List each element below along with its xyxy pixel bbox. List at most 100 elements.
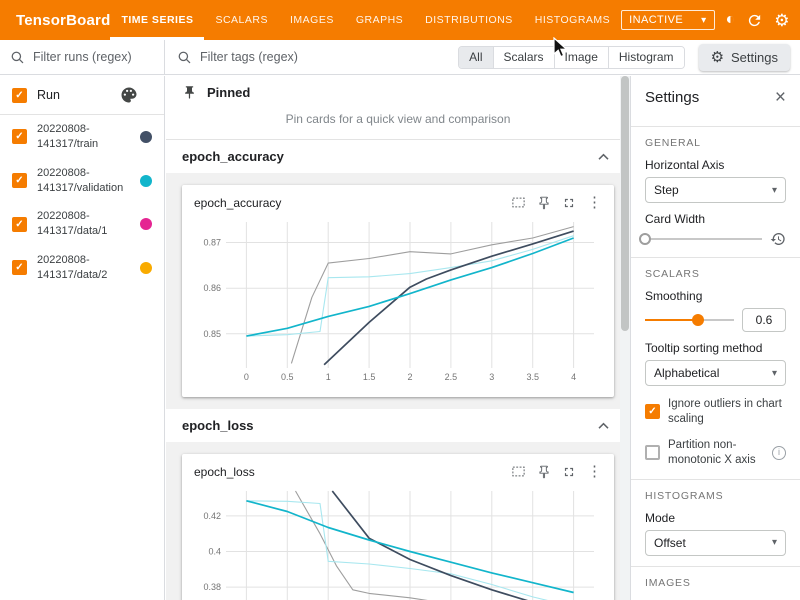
partition-x-axis-checkbox[interactable] — [645, 445, 660, 460]
theme-toggle-icon[interactable]: ◐ — [726, 12, 736, 28]
slider-thumb[interactable] — [639, 233, 651, 245]
smoothing-value-input[interactable] — [742, 308, 786, 332]
filter-all-button[interactable]: All — [459, 47, 492, 68]
svg-text:2: 2 — [407, 372, 412, 382]
settings-panel: Settings × GENERAL Horizontal Axis Step … — [630, 76, 800, 600]
divider — [631, 566, 800, 567]
more-vert-icon[interactable]: ⋮ — [587, 464, 602, 479]
pin-icon[interactable] — [537, 196, 551, 210]
search-icon — [177, 50, 192, 65]
divider — [631, 126, 800, 127]
histogram-mode-select[interactable]: Offset ▾ — [645, 530, 786, 556]
fullscreen-icon[interactable] — [562, 465, 576, 479]
card-header: epoch_accuracy ⋮ — [192, 193, 604, 216]
caret-down-icon: ▾ — [701, 15, 706, 26]
close-icon[interactable]: × — [775, 88, 786, 107]
svg-text:0.85: 0.85 — [203, 329, 221, 339]
gear-icon[interactable]: ⚙ — [774, 12, 789, 29]
svg-text:0.4: 0.4 — [208, 547, 221, 557]
status-dropdown[interactable]: INACTIVE ▾ — [621, 10, 714, 30]
run-row-validation[interactable]: 20220808-141317/validation — [0, 159, 164, 203]
partition-x-axis-label: Partition non-monotonic X axis — [668, 438, 764, 468]
tab-graphs[interactable]: GRAPHS — [345, 0, 414, 40]
tab-images[interactable]: IMAGES — [279, 0, 345, 40]
run-checkbox[interactable] — [12, 129, 27, 144]
section-title: epoch_accuracy — [182, 149, 284, 164]
palette-icon[interactable] — [120, 86, 138, 104]
fullscreen-icon[interactable] — [562, 196, 576, 210]
run-label: 20220808-141317/train — [37, 122, 127, 152]
fit-data-icon[interactable] — [511, 465, 526, 478]
filter-runs-placeholder: Filter runs (regex) — [33, 50, 132, 64]
horizontal-axis-value: Step — [654, 183, 679, 197]
divider — [631, 257, 800, 258]
svg-text:3.5: 3.5 — [526, 372, 539, 382]
section-header-epoch-loss: epoch_loss — [166, 409, 630, 442]
run-row-data-1[interactable]: 20220808-141317/data/1 — [0, 202, 164, 246]
run-checkbox[interactable] — [12, 217, 27, 232]
pinned-section-header: Pinned — [166, 76, 630, 106]
pin-icon[interactable] — [537, 465, 551, 479]
filter-runs-input[interactable]: Filter runs (regex) — [0, 40, 165, 74]
scrollbar-thumb[interactable] — [621, 76, 629, 331]
run-checkbox[interactable] — [12, 260, 27, 275]
general-heading: GENERAL — [645, 137, 786, 149]
filter-tags-input[interactable]: Filter tags (regex) — [165, 40, 458, 74]
caret-down-icon: ▾ — [772, 537, 777, 548]
run-color-dot — [140, 131, 152, 143]
fit-data-icon[interactable] — [511, 196, 526, 209]
svg-text:3: 3 — [489, 372, 494, 382]
tooltip-sorting-value: Alphabetical — [654, 366, 719, 380]
refresh-icon[interactable] — [746, 12, 763, 29]
svg-text:0.86: 0.86 — [203, 283, 221, 293]
filter-scalars-button[interactable]: Scalars — [493, 47, 554, 68]
pin-icon — [182, 85, 197, 100]
images-heading: IMAGES — [645, 577, 786, 589]
card-width-slider[interactable] — [645, 232, 762, 246]
main-scrollbar — [620, 76, 630, 600]
status-value: INACTIVE — [629, 14, 683, 26]
tag-type-filter-group: All Scalars Image Histogram — [458, 46, 684, 69]
card-actions: ⋮ — [511, 464, 602, 479]
run-checkbox[interactable] — [12, 173, 27, 188]
slider-thumb[interactable] — [692, 314, 704, 326]
epoch-loss-chart[interactable]: 0.360.380.40.42 — [192, 485, 604, 600]
svg-text:0.5: 0.5 — [281, 372, 294, 382]
tab-time-series[interactable]: TIME SERIES — [110, 0, 204, 40]
ignore-outliers-checkbox[interactable] — [645, 404, 660, 419]
chevron-up-icon[interactable] — [597, 152, 614, 161]
horizontal-axis-select[interactable]: Step ▾ — [645, 177, 786, 203]
pinned-title: Pinned — [207, 85, 250, 100]
histogram-mode-label: Mode — [645, 511, 786, 525]
ignore-outliers-label: Ignore outliers in chart scaling — [668, 397, 786, 427]
run-column-label: Run — [37, 88, 60, 102]
filter-histogram-button[interactable]: Histogram — [608, 47, 684, 68]
smoothing-slider[interactable] — [645, 313, 734, 327]
tab-scalars[interactable]: SCALARS — [204, 0, 279, 40]
tab-distributions[interactable]: DISTRIBUTIONS — [414, 0, 524, 40]
run-row-data-2[interactable]: 20220808-141317/data/2 — [0, 246, 164, 290]
tab-histograms[interactable]: HISTOGRAMS — [524, 0, 621, 40]
pinned-hint: Pin cards for a quick view and compariso… — [166, 106, 630, 139]
svg-text:0.38: 0.38 — [203, 582, 221, 592]
reset-icon[interactable] — [770, 231, 786, 247]
chevron-up-icon[interactable] — [597, 421, 614, 430]
histogram-mode-value: Offset — [654, 536, 686, 550]
caret-down-icon: ▾ — [772, 368, 777, 379]
settings-button[interactable]: ⚙ Settings — [699, 44, 790, 71]
section-title: epoch_loss — [182, 418, 254, 433]
smoothing-label: Smoothing — [645, 289, 786, 303]
tooltip-sorting-select[interactable]: Alphabetical ▾ — [645, 360, 786, 386]
epoch-accuracy-chart[interactable]: 00.511.522.533.540.850.860.87 — [192, 216, 604, 384]
card-actions: ⋮ — [511, 195, 602, 210]
filter-tags-placeholder: Filter tags (regex) — [200, 50, 298, 64]
more-vert-icon[interactable]: ⋮ — [587, 195, 602, 210]
run-row-train[interactable]: 20220808-141317/train — [0, 115, 164, 159]
card-title: epoch_loss — [194, 465, 255, 479]
info-icon[interactable]: i — [772, 446, 786, 460]
section-header-epoch-accuracy: epoch_accuracy — [166, 140, 630, 173]
scalars-heading: SCALARS — [645, 268, 786, 280]
select-all-runs-checkbox[interactable] — [12, 88, 27, 103]
run-color-dot — [140, 175, 152, 187]
caret-down-icon: ▾ — [772, 185, 777, 196]
